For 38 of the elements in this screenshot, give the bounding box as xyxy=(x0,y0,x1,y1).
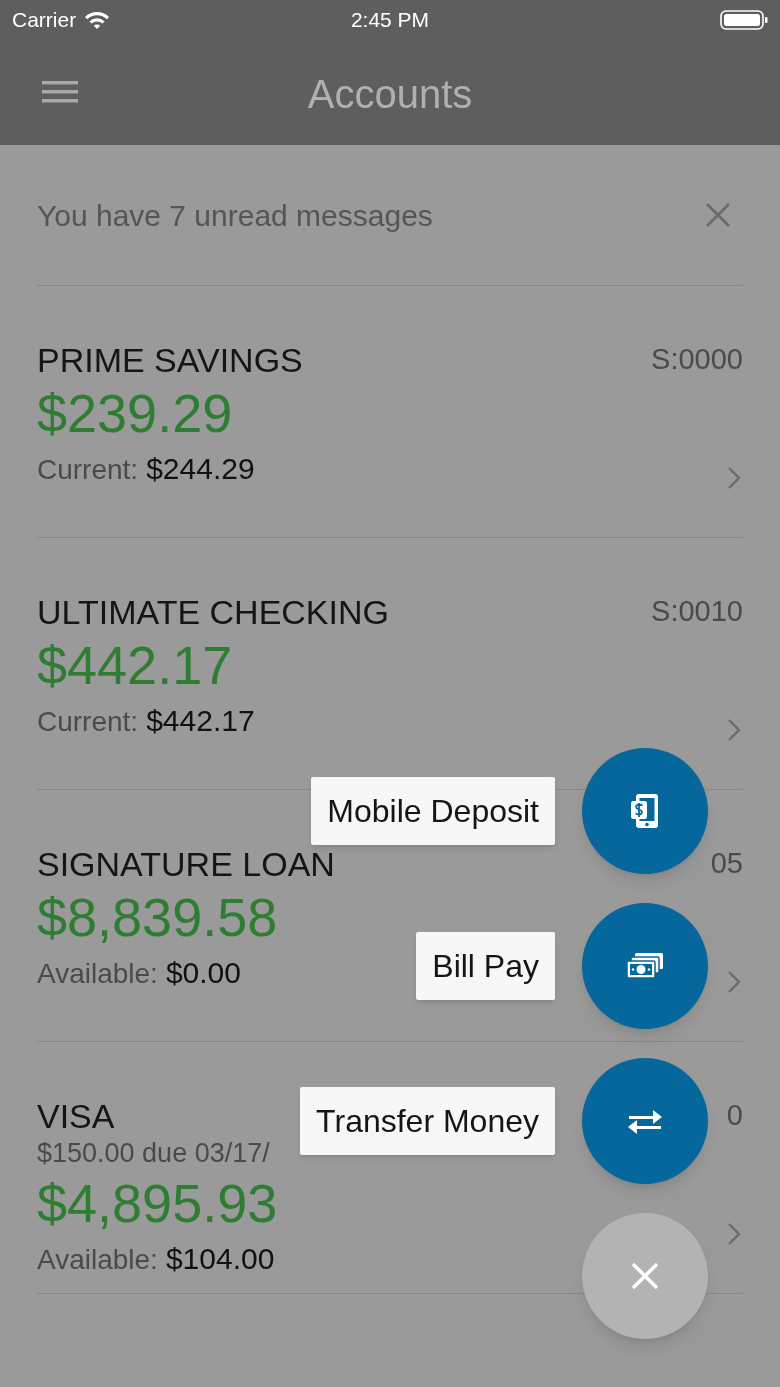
message-banner-text: You have 7 unread messages xyxy=(37,197,433,234)
account-balance: $8,839.58 xyxy=(37,886,278,949)
account-number: 05 xyxy=(710,846,743,882)
account-balance: $239.29 xyxy=(37,382,233,445)
money-icon xyxy=(625,951,665,981)
account-name: PRIME SAVINGS xyxy=(37,342,303,378)
account-name: ULTIMATE CHECKING xyxy=(37,594,389,630)
chevron-icon xyxy=(727,718,741,742)
chevron-icon xyxy=(727,970,741,994)
close-icon xyxy=(631,1262,659,1290)
wifi-icon xyxy=(84,10,111,30)
carrier-label: Carrier xyxy=(12,7,77,34)
detail-value: $104.00 xyxy=(165,1241,275,1277)
status-time: 2:45 PM xyxy=(350,7,430,34)
menu-icon[interactable] xyxy=(42,80,78,104)
detail-value: $0.00 xyxy=(165,955,241,991)
action-label[interactable]: Mobile Deposit xyxy=(311,777,555,845)
close-icon[interactable] xyxy=(705,202,731,228)
account-number: S:0010 xyxy=(651,594,743,630)
detail-label: Current: xyxy=(37,453,139,487)
account-name: VISA xyxy=(37,1098,115,1134)
account-balance: $4,895.93 xyxy=(37,1172,278,1235)
chevron-icon xyxy=(727,466,741,490)
chevron-icon xyxy=(727,1222,741,1246)
account-name: SIGNATURE LOAN xyxy=(37,846,335,882)
action-label[interactable]: Transfer Money xyxy=(300,1087,555,1155)
account-balance: $442.17 xyxy=(37,634,233,697)
detail-label: Available: xyxy=(37,1243,158,1277)
due-text: $150.00 due 03/17/ xyxy=(37,1137,270,1170)
detail-label: Available: xyxy=(37,957,158,991)
detail-label: Current: xyxy=(37,705,139,739)
battery-icon xyxy=(720,10,768,30)
action-label[interactable]: Bill Pay xyxy=(416,932,555,1000)
account-number: 0 xyxy=(726,1098,743,1134)
detail-value: $442.17 xyxy=(146,703,255,739)
account-number: S:0000 xyxy=(651,342,743,378)
page-title: Accounts xyxy=(307,71,473,118)
detail-value: $244.29 xyxy=(146,451,255,487)
